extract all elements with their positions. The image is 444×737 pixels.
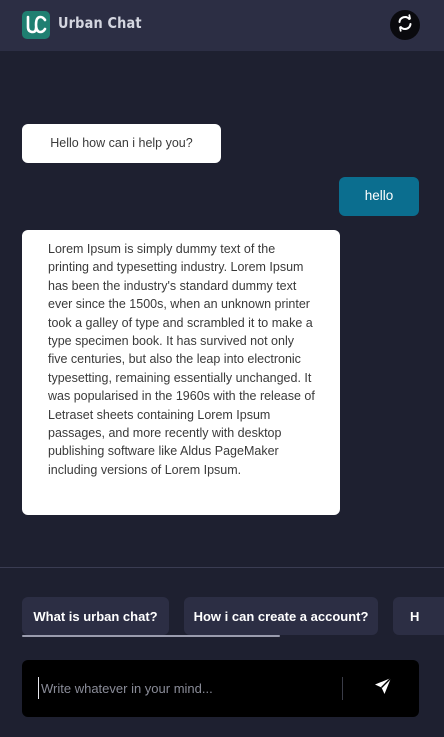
user-message: hello [339,177,419,216]
refresh-icon [396,13,414,37]
refresh-button[interactable] [390,10,420,40]
chat-area[interactable]: Hello how can i help you? hello Lorem Ip… [0,51,444,567]
suggestion-chip[interactable]: What is urban chat? [22,597,169,635]
bot-message: Lorem Ipsum is simply dummy text of the … [22,230,340,515]
message-input[interactable] [38,677,341,699]
input-separator [342,677,343,700]
app-title: Urban Chat [58,14,142,32]
message-composer [22,660,419,717]
suggestion-chip[interactable]: How i can create a account? [184,597,378,635]
send-button[interactable] [367,673,399,703]
suggestion-scrollbar[interactable] [22,635,280,637]
bot-message: Hello how can i help you? [22,124,221,163]
app-header: Urban Chat [0,0,444,51]
suggestion-chip[interactable]: H [393,597,444,635]
uc-logo-icon [22,11,50,39]
divider [0,567,444,568]
send-icon [374,677,392,700]
suggestion-list[interactable]: What is urban chat? How i can create a a… [22,597,444,637]
